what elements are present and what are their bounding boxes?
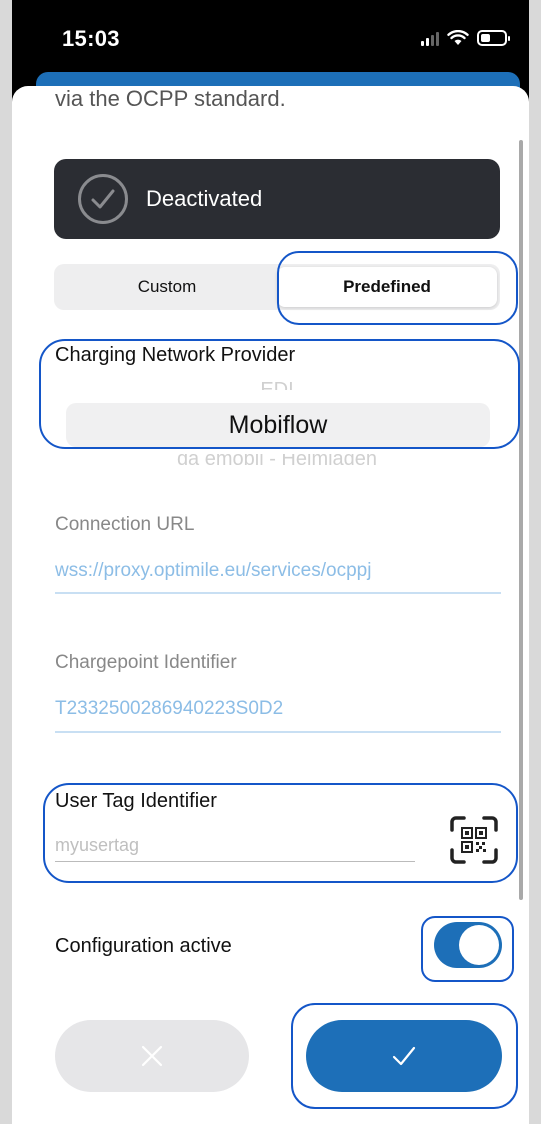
cancel-button[interactable] (55, 1020, 249, 1092)
chargepoint-id-underline (55, 731, 501, 733)
check-circle-icon (78, 174, 128, 224)
signal-icon (421, 32, 439, 46)
tab-custom[interactable]: Custom (57, 267, 277, 307)
intro-text: via the OCPP standard. (55, 86, 286, 111)
user-tag-input[interactable] (55, 830, 415, 862)
status-label: Deactivated (146, 186, 263, 211)
provider-picker-selected[interactable]: Mobiflow (66, 403, 490, 447)
provider-label: Charging Network Provider (55, 344, 296, 366)
chargepoint-id-label: Chargepoint Identifier (55, 652, 237, 673)
status-icons (421, 30, 510, 46)
configuration-active-label: Configuration active (55, 935, 232, 957)
battery-icon (477, 30, 510, 46)
close-icon (141, 1045, 163, 1067)
status-bar: 15:03 (12, 0, 529, 72)
user-tag-label: User Tag Identifier (55, 790, 217, 812)
status-time: 15:03 (62, 26, 120, 51)
picker-option-below[interactable]: da emobil - Heimladen (54, 454, 500, 466)
status-badge: Deactivated (54, 159, 500, 239)
confirm-button[interactable] (306, 1020, 502, 1092)
tab-predefined[interactable]: Predefined (277, 267, 497, 307)
toggle-knob (459, 925, 499, 965)
chargepoint-id-value: T2332500286940223S0D2 (55, 698, 284, 719)
scroll-indicator[interactable] (519, 140, 523, 900)
qr-scan-icon[interactable] (446, 812, 502, 868)
mode-segmented-control: Custom Predefined (54, 264, 500, 310)
picker-option-above[interactable]: EDI (54, 376, 500, 390)
wifi-icon (447, 30, 469, 45)
connection-url-underline (55, 592, 501, 594)
checkmark-icon (392, 1046, 416, 1066)
configuration-sheet: via the OCPP standard. Deactivated Custo… (12, 86, 529, 1124)
connection-url-label: Connection URL (55, 514, 195, 535)
connection-url-value: wss://proxy.optimile.eu/services/ocppj (55, 560, 372, 581)
phone-screen: 15:03 via the OCPP standard. Deactivated… (12, 0, 529, 1124)
configuration-active-toggle[interactable] (434, 922, 502, 968)
